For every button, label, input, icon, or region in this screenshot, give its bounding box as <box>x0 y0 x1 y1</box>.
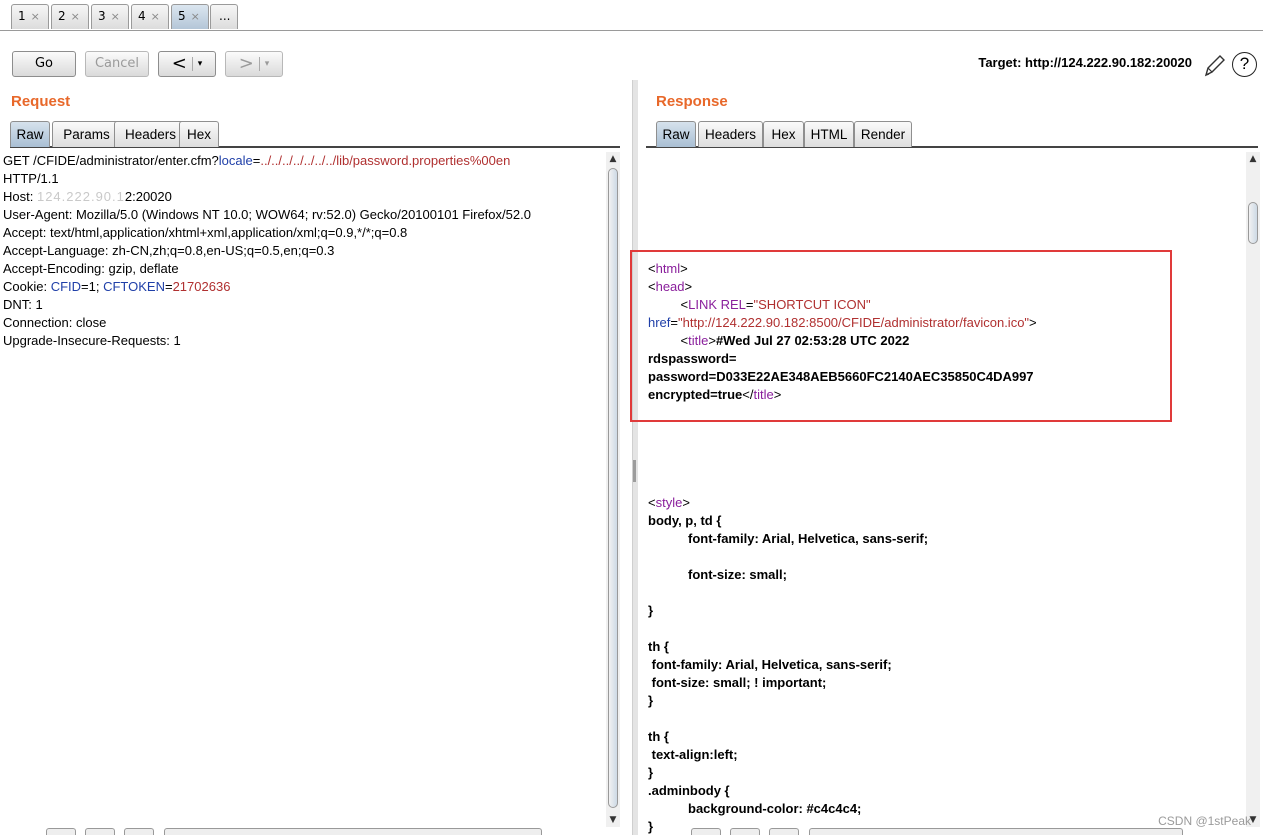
options-button[interactable] <box>124 828 154 835</box>
highlight-box <box>630 250 1172 422</box>
chevron-left-icon: < <box>171 53 187 74</box>
pane-divider[interactable] <box>632 80 638 835</box>
close-icon[interactable]: × <box>31 10 40 23</box>
close-icon[interactable]: × <box>111 10 120 23</box>
tab-label: 2 <box>58 9 66 23</box>
tab-raw[interactable]: Raw <box>656 121 696 147</box>
response-line: } <box>648 693 654 708</box>
tab-label: 1 <box>18 9 26 23</box>
tab-render[interactable]: Render <box>854 121 912 147</box>
dropdown-icon: ▾ <box>264 59 270 69</box>
tab-5[interactable]: 5 × <box>171 4 209 29</box>
request-line: HTTP/1.1 <box>3 171 59 186</box>
top-tab-bar: 1 × 2 × 3 × 4 × 5 × ... <box>0 0 1263 31</box>
help-icon[interactable]: ? <box>1232 52 1257 77</box>
request-tabs: Raw Params Headers Hex <box>10 121 620 148</box>
request-line: Upgrade-Insecure-Requests: 1 <box>3 333 181 348</box>
prev-match-button[interactable] <box>691 828 721 835</box>
dropdown-icon: ▾ <box>197 59 203 69</box>
separator <box>191 57 193 71</box>
response-line <box>648 440 1238 458</box>
response-line: background-color: #c4c4c4; <box>688 801 862 816</box>
tab-params[interactable]: Params <box>52 121 121 147</box>
scroll-thumb[interactable] <box>608 168 618 808</box>
response-line: font-size: small; ! important; <box>648 675 827 690</box>
response-line: } <box>648 765 654 780</box>
tab-label: 3 <box>98 9 106 23</box>
tab-2[interactable]: 2 × <box>51 4 89 29</box>
response-scrollbar[interactable]: ▲ ▼ <box>1246 152 1260 827</box>
tab-label: 4 <box>138 9 146 23</box>
response-line: .adminbody { <box>648 783 730 798</box>
response-line <box>648 710 1238 728</box>
chevron-right-icon: > <box>238 53 254 74</box>
scroll-down-icon[interactable]: ▼ <box>606 813 620 827</box>
forward-button[interactable]: > ▾ <box>225 51 283 77</box>
request-editor[interactable]: GET /CFIDE/administrator/enter.cfm?local… <box>3 152 603 350</box>
tab-more[interactable]: ... <box>210 4 238 29</box>
request-line: Accept-Encoding: gzip, deflate <box>3 261 179 276</box>
scroll-thumb[interactable] <box>1248 202 1258 244</box>
request-scrollbar[interactable]: ▲ ▼ <box>606 152 620 827</box>
close-icon[interactable]: × <box>191 10 200 23</box>
watermark: CSDN @1stPeak <box>1158 814 1251 828</box>
tab-hex[interactable]: Hex <box>763 121 804 147</box>
request-line: Accept-Language: zh-CN,zh;q=0.8,en-US;q=… <box>3 243 335 258</box>
scroll-up-icon[interactable]: ▲ <box>606 152 620 166</box>
tab-label: 5 <box>178 9 186 23</box>
search-input[interactable] <box>164 828 542 835</box>
response-line <box>648 548 1238 566</box>
prev-match-button[interactable] <box>46 828 76 835</box>
response-line: th { <box>648 639 669 654</box>
response-tabs: Raw Headers Hex HTML Render <box>646 121 1258 148</box>
response-line <box>648 584 1238 602</box>
response-line: } <box>648 603 654 618</box>
tab-html[interactable]: HTML <box>804 121 854 147</box>
response-line: body, p, td { <box>648 513 722 528</box>
response-line <box>648 422 1238 440</box>
close-icon[interactable]: × <box>71 10 80 23</box>
response-line: <style> <box>648 495 690 510</box>
tab-headers[interactable]: Headers <box>114 121 187 147</box>
tab-raw[interactable]: Raw <box>10 121 50 147</box>
pencil-icon[interactable] <box>1203 52 1225 78</box>
cancel-button[interactable]: Cancel <box>85 51 149 77</box>
next-match-button[interactable] <box>730 828 760 835</box>
search-input[interactable] <box>809 828 1183 835</box>
request-line: DNT: 1 <box>3 297 43 312</box>
response-line: font-family: Arial, Helvetica, sans-seri… <box>648 657 892 672</box>
request-title: Request <box>11 93 71 110</box>
response-line <box>648 476 1238 494</box>
request-line: GET /CFIDE/administrator/enter.cfm?local… <box>3 153 511 168</box>
response-title: Response <box>656 93 728 110</box>
tab-4[interactable]: 4 × <box>131 4 169 29</box>
request-line: Connection: close <box>3 315 107 330</box>
back-button[interactable]: < ▾ <box>158 51 216 77</box>
go-button[interactable]: Go <box>12 51 76 77</box>
tab-hex[interactable]: Hex <box>179 121 219 147</box>
response-line: font-size: small; <box>688 567 787 582</box>
options-button[interactable] <box>769 828 799 835</box>
tab-1[interactable]: 1 × <box>11 4 49 29</box>
target-label[interactable]: Target: http://124.222.90.182:20020 <box>978 55 1192 70</box>
request-line: Cookie: CFID=1; CFTOKEN=21702636 <box>3 279 231 294</box>
response-line: th { <box>648 729 669 744</box>
close-icon[interactable]: × <box>151 10 160 23</box>
next-match-button[interactable] <box>85 828 115 835</box>
response-line: text-align:left; <box>648 747 738 762</box>
response-line <box>648 458 1238 476</box>
divider-grip-icon[interactable] <box>633 460 636 482</box>
request-line: Host: 124.222.90.12:20020 <box>3 189 172 204</box>
tab-3[interactable]: 3 × <box>91 4 129 29</box>
response-line <box>648 620 1238 638</box>
scroll-up-icon[interactable]: ▲ <box>1246 152 1260 166</box>
response-line: font-family: Arial, Helvetica, sans-seri… <box>688 531 929 546</box>
request-line: Accept: text/html,application/xhtml+xml,… <box>3 225 408 240</box>
separator <box>258 57 260 71</box>
request-line: User-Agent: Mozilla/5.0 (Windows NT 10.0… <box>3 207 531 222</box>
tab-headers[interactable]: Headers <box>698 121 763 147</box>
